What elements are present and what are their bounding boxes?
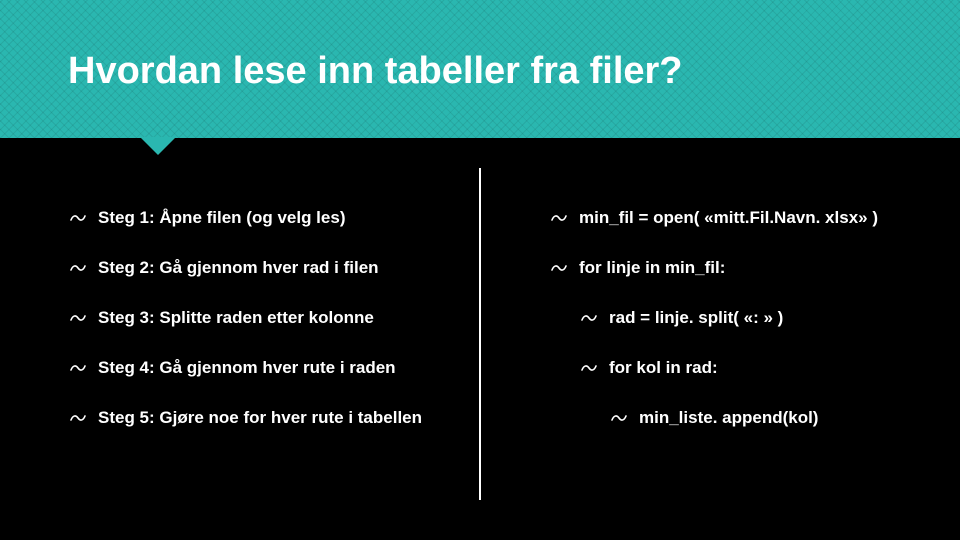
flourish-bullet-icon: [551, 213, 567, 223]
list-item-text: for kol in rad:: [609, 358, 718, 378]
list-item-text: min_liste. append(kol): [639, 408, 818, 428]
slide-body: Steg 1: Åpne filen (og velg les) Steg 2:…: [0, 138, 960, 540]
list-item: Steg 4: Gå gjennom hver rute i raden: [70, 358, 449, 378]
flourish-bullet-icon: [70, 413, 86, 423]
list-item: rad = linje. split( «: » ): [581, 308, 930, 328]
left-column: Steg 1: Åpne filen (og velg les) Steg 2:…: [0, 138, 479, 540]
flourish-bullet-icon: [611, 413, 627, 423]
list-item-text: for linje in min_fil:: [579, 258, 725, 278]
right-column: min_fil = open( «mitt.Fil.Navn. xlsx» ) …: [481, 138, 960, 540]
flourish-bullet-icon: [581, 313, 597, 323]
list-item: Steg 5: Gjøre noe for hver rute i tabell…: [70, 408, 449, 428]
slide-header: Hvordan lese inn tabeller fra filer?: [0, 0, 960, 138]
list-item-text: min_fil = open( «mitt.Fil.Navn. xlsx» ): [579, 208, 878, 228]
list-item-text: Steg 5: Gjøre noe for hver rute i tabell…: [98, 408, 422, 428]
list-item: Steg 1: Åpne filen (og velg les): [70, 208, 449, 228]
flourish-bullet-icon: [70, 263, 86, 273]
list-item: for linje in min_fil:: [551, 258, 930, 278]
list-item: Steg 2: Gå gjennom hver rad i filen: [70, 258, 449, 278]
flourish-bullet-icon: [70, 313, 86, 323]
flourish-bullet-icon: [581, 363, 597, 373]
list-item: min_fil = open( «mitt.Fil.Navn. xlsx» ): [551, 208, 930, 228]
list-item-text: Steg 4: Gå gjennom hver rute i raden: [98, 358, 396, 378]
flourish-bullet-icon: [70, 363, 86, 373]
flourish-bullet-icon: [551, 263, 567, 273]
list-item-text: Steg 1: Åpne filen (og velg les): [98, 208, 345, 228]
list-item-text: Steg 2: Gå gjennom hver rad i filen: [98, 258, 379, 278]
list-item: for kol in rad:: [581, 358, 930, 378]
list-item: min_liste. append(kol): [611, 408, 930, 428]
flourish-bullet-icon: [70, 213, 86, 223]
list-item: Steg 3: Splitte raden etter kolonne: [70, 308, 449, 328]
list-item-text: rad = linje. split( «: » ): [609, 308, 783, 328]
slide-title: Hvordan lese inn tabeller fra filer?: [0, 0, 960, 93]
list-item-text: Steg 3: Splitte raden etter kolonne: [98, 308, 374, 328]
